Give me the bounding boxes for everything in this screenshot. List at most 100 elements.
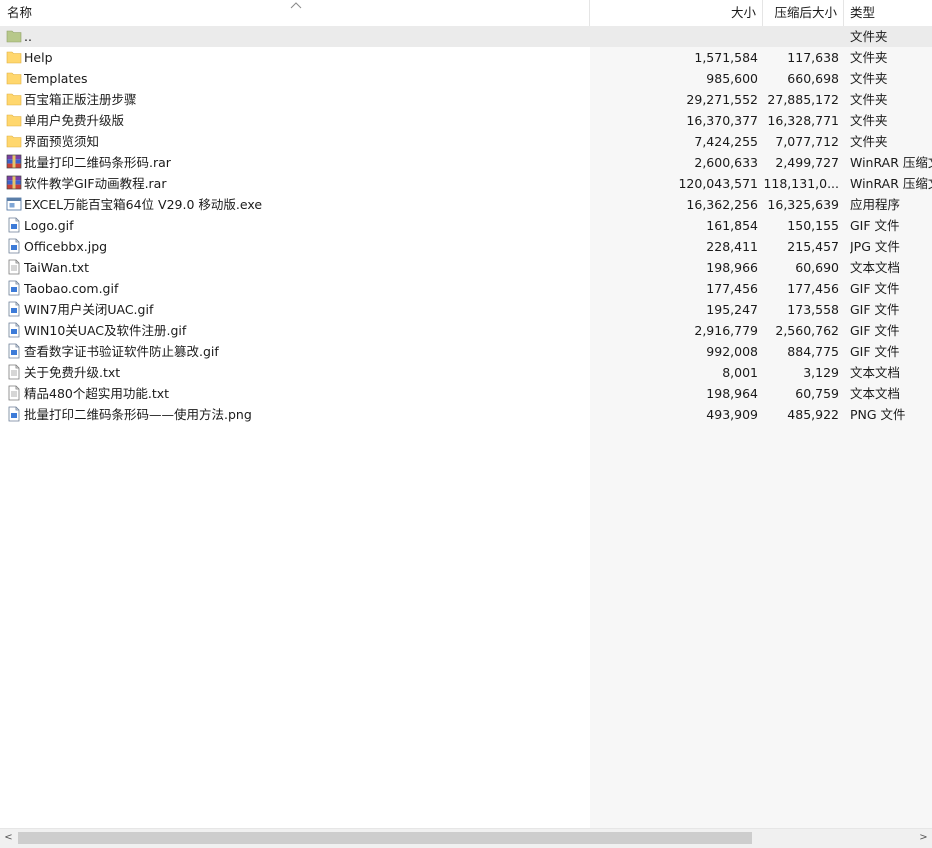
file-compressed-size: 60,690 (795, 260, 839, 275)
file-name: 单用户免费升级版 (24, 113, 125, 128)
image-file-icon (6, 343, 22, 359)
column-header-size-label: 大小 (730, 5, 756, 20)
file-row[interactable]: WIN7用户关闭UAC.gif 195,247 173,558 GIF 文件 (0, 299, 932, 320)
file-row[interactable]: Taobao.com.gif 177,456 177,456 GIF 文件 (0, 278, 932, 299)
file-type: GIF 文件 (850, 281, 900, 296)
file-row[interactable]: Officebbx.jpg 228,411 215,457 JPG 文件 (0, 236, 932, 257)
file-size: 16,370,377 (686, 113, 758, 128)
file-type: 文件夹 (850, 113, 888, 128)
file-type: GIF 文件 (850, 344, 900, 359)
column-header-type[interactable]: 类型 (844, 0, 932, 26)
file-row[interactable]: 批量打印二维码条形码.rar 2,600,633 2,499,727 WinRAR 压… (0, 152, 932, 173)
file-compressed-size: 884,775 (787, 344, 839, 359)
file-compressed-size: 60,759 (795, 386, 839, 401)
file-size: 2,600,633 (694, 155, 758, 170)
file-row[interactable]: Help 1,571,584 117,638 文件夹 (0, 47, 932, 68)
file-size: 198,964 (706, 386, 758, 401)
scroll-left-arrow-icon[interactable]: < (0, 829, 17, 848)
file-size: 177,456 (706, 281, 758, 296)
file-size: 198,966 (706, 260, 758, 275)
rar-archive-icon (6, 154, 22, 170)
image-file-icon (6, 406, 22, 422)
file-type: GIF 文件 (850, 302, 900, 317)
text-file-icon (6, 259, 22, 275)
text-file-icon (6, 385, 22, 401)
file-compressed-size: 215,457 (787, 239, 839, 254)
file-size: 120,043,571 (678, 176, 758, 191)
file-compressed-size: 16,328,771 (767, 113, 839, 128)
file-compressed-size: 660,698 (787, 71, 839, 86)
file-type: GIF 文件 (850, 323, 900, 338)
parent-folder-icon (6, 28, 22, 44)
text-file-icon (6, 364, 22, 380)
file-type: 文本文档 (850, 365, 901, 380)
image-file-icon (6, 301, 22, 317)
file-size: 985,600 (706, 71, 758, 86)
file-name: 批量打印二维码条形码——使用方法.png (24, 407, 252, 422)
file-row[interactable]: Logo.gif 161,854 150,155 GIF 文件 (0, 215, 932, 236)
file-row[interactable]: 批量打印二维码条形码——使用方法.png 493,909 485,922 PNG 文件 (0, 404, 932, 425)
file-size: 8,001 (722, 365, 758, 380)
file-name: 精品480个超实用功能.txt (24, 386, 170, 401)
file-type: JPG 文件 (850, 239, 900, 254)
file-size: 493,909 (706, 407, 758, 422)
file-name: Taobao.com.gif (24, 281, 119, 296)
file-type: 应用程序 (850, 197, 901, 212)
file-row[interactable]: .. 文件夹 (0, 26, 932, 47)
file-type: 文件夹 (850, 50, 888, 65)
file-row[interactable]: 界面预览须知 7,424,255 7,077,712 文件夹 (0, 131, 932, 152)
file-type: WinRAR 压缩文件 (850, 176, 932, 191)
file-row[interactable]: 查看数字证书验证软件防止篡改.gif 992,008 884,775 GIF 文件 (0, 341, 932, 362)
file-compressed-size: 177,456 (787, 281, 839, 296)
file-size: 1,571,584 (694, 50, 758, 65)
file-name: EXCEL万能百宝箱64位 V29.0 移动版.exe (24, 197, 263, 212)
folder-icon (6, 112, 22, 128)
file-type: 文件夹 (850, 134, 888, 149)
column-header-compressed-size[interactable]: 压缩后大小 (763, 0, 844, 26)
file-size: 29,271,552 (686, 92, 758, 107)
file-row[interactable]: 单用户免费升级版 16,370,377 16,328,771 文件夹 (0, 110, 932, 131)
file-size: 195,247 (706, 302, 758, 317)
image-file-icon (6, 280, 22, 296)
file-size: 161,854 (706, 218, 758, 233)
file-compressed-size: 27,885,172 (767, 92, 839, 107)
file-name: 界面预览须知 (24, 134, 100, 149)
file-size: 16,362,256 (686, 197, 758, 212)
file-row[interactable]: TaiWan.txt 198,966 60,690 文本文档 (0, 257, 932, 278)
file-compressed-size: 118,131,0... (763, 176, 839, 191)
file-row[interactable]: WIN10关UAC及软件注册.gif 2,916,779 2,560,762 GIF … (0, 320, 932, 341)
file-name: Help (24, 50, 53, 65)
file-row[interactable]: 软件教学GIF动画教程.rar 120,043,571 118,131,0... Wi… (0, 173, 932, 194)
file-compressed-size (763, 26, 839, 47)
scroll-right-arrow-icon[interactable]: > (915, 829, 932, 848)
file-name: WIN10关UAC及软件注册.gif (24, 323, 187, 338)
file-name: Templates (24, 71, 88, 86)
file-type: 文本文档 (850, 260, 901, 275)
file-name: 查看数字证书验证软件防止篡改.gif (24, 344, 219, 359)
file-list: .. 文件夹 Help 1,571,584 117,638 文件夹 Templates 985… (0, 26, 932, 425)
scrollbar-thumb[interactable] (18, 832, 752, 844)
file-size: 2,916,779 (694, 323, 758, 338)
file-row[interactable]: 百宝箱正版注册步骤 29,271,552 27,885,172 文件夹 (0, 89, 932, 110)
file-row[interactable]: 精品480个超实用功能.txt 198,964 60,759 文本文档 (0, 383, 932, 404)
file-name: 软件教学GIF动画教程.rar (24, 176, 167, 191)
file-compressed-size: 3,129 (803, 365, 839, 380)
file-compressed-size: 117,638 (787, 50, 839, 65)
file-compressed-size: 173,558 (787, 302, 839, 317)
file-row[interactable]: 关于免费升级.txt 8,001 3,129 文本文档 (0, 362, 932, 383)
file-compressed-size: 2,499,727 (775, 155, 839, 170)
exe-app-icon (6, 196, 22, 212)
horizontal-scrollbar[interactable]: < > (0, 828, 932, 848)
file-compressed-size: 150,155 (787, 218, 839, 233)
file-size (590, 26, 758, 47)
file-size: 992,008 (706, 344, 758, 359)
file-compressed-size: 16,325,639 (767, 197, 839, 212)
file-name: TaiWan.txt (24, 260, 90, 275)
image-file-icon (6, 322, 22, 338)
column-header-type-label: 类型 (850, 5, 876, 20)
column-header-size[interactable]: 大小 (590, 0, 763, 26)
file-type: 文本文档 (850, 386, 901, 401)
file-row[interactable]: EXCEL万能百宝箱64位 V29.0 移动版.exe 16,362,256 16,… (0, 194, 932, 215)
folder-icon (6, 70, 22, 86)
file-row[interactable]: Templates 985,600 660,698 文件夹 (0, 68, 932, 89)
